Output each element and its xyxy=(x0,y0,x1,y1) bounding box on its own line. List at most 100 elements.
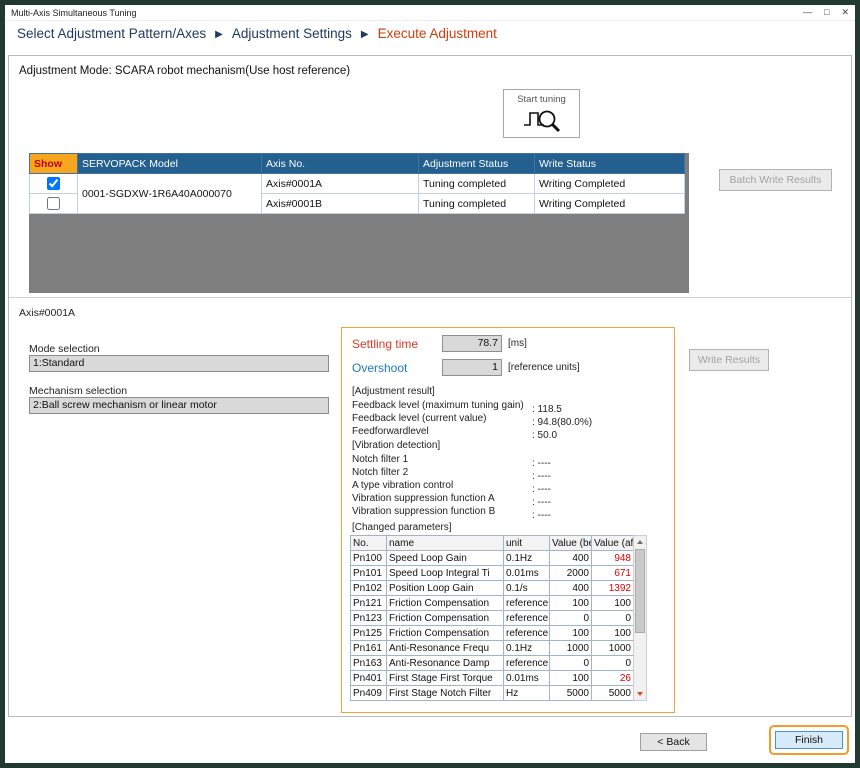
result-line-value: : 50.0 xyxy=(532,430,558,441)
section-divider xyxy=(9,297,851,298)
param-before: 100 xyxy=(549,595,592,611)
param-after: 1000 xyxy=(591,640,634,656)
vibration-line: Vibration suppression function A: ---- xyxy=(352,492,551,508)
show-checkbox-cell xyxy=(29,173,78,194)
breadcrumb-step-select-pattern[interactable]: Select Adjustment Pattern/Axes xyxy=(17,26,206,41)
param-unit: 0.1/s xyxy=(503,580,550,596)
param-name: Speed Loop Gain xyxy=(386,550,504,566)
col-header-servopack-model: SERVOPACK Model xyxy=(77,153,262,174)
param-row[interactable]: Pn161 Anti-Resonance Frequ 0.1Hz 1000 1000 xyxy=(350,640,634,656)
tuning-results-panel: Settling time 78.7 [ms] Overshoot 1 [ref… xyxy=(341,327,675,713)
scrollbar-thumb[interactable] xyxy=(635,549,645,633)
vibration-line-label: Notch filter 1 xyxy=(352,454,409,465)
param-after: 0 xyxy=(591,655,634,671)
param-after: 0 xyxy=(591,610,634,626)
vibration-line: Vibration suppression function B: ---- xyxy=(352,505,551,521)
result-line-label: Feedback level (current value) xyxy=(352,413,487,424)
scroll-down-button[interactable] xyxy=(634,688,646,700)
result-line: Feedforwardlevel: 50.0 xyxy=(352,425,592,441)
param-row[interactable]: Pn101 Speed Loop Integral Ti 0.01ms 2000 671 xyxy=(350,565,634,581)
start-tuning-label: Start tuning xyxy=(517,94,566,105)
overshoot-unit: [reference units] xyxy=(508,362,580,373)
param-col-value-after: Value (afte xyxy=(591,535,634,551)
vibration-line: A type vibration control: ---- xyxy=(352,479,551,495)
changed-parameters-table-wrap: No. name unit Value (befo Value (afte Pn… xyxy=(350,535,647,701)
show-axis-b-checkbox[interactable] xyxy=(47,197,60,210)
param-no: Pn401 xyxy=(350,670,387,686)
col-header-write-status: Write Status xyxy=(534,153,685,174)
param-unit: 0.1Hz xyxy=(503,640,550,656)
col-header-adjustment-status: Adjustment Status xyxy=(418,153,535,174)
param-after: 100 xyxy=(591,625,634,641)
start-tuning-button[interactable]: Start tuning xyxy=(503,89,580,138)
vibration-line: Notch filter 1: ---- xyxy=(352,453,551,469)
settling-time-value: 78.7 xyxy=(442,335,502,352)
param-name: Position Loop Gain xyxy=(386,580,504,596)
maximize-button[interactable]: □ xyxy=(824,7,829,18)
back-button[interactable]: < Back xyxy=(640,733,707,751)
vibration-line-label: A type vibration control xyxy=(352,480,454,491)
mode-selection-label: Mode selection xyxy=(29,343,100,355)
result-line-label: Feedback level (maximum tuning gain) xyxy=(352,400,524,411)
param-no: Pn123 xyxy=(350,610,387,626)
param-name: Anti-Resonance Damp xyxy=(386,655,504,671)
param-before: 400 xyxy=(549,550,592,566)
param-row[interactable]: Pn401 First Stage First Torque 0.01ms 100 26 xyxy=(350,670,634,686)
axes-table-area: Show SERVOPACK Model Axis No. Adjustment… xyxy=(29,153,689,293)
settling-time-row: Settling time 78.7 [ms] xyxy=(352,335,527,352)
param-col-unit: unit xyxy=(503,535,550,551)
param-unit: reference xyxy=(503,655,550,671)
breadcrumb-step-adjustment-settings[interactable]: Adjustment Settings xyxy=(232,26,352,41)
axis-row-a[interactable]: 0001-SGDXW-1R6A40A000070 Axis#0001A Tuni… xyxy=(29,173,685,214)
main-panel: Adjustment Mode: SCARA robot mechanism(U… xyxy=(8,55,852,717)
batch-write-results-button[interactable]: Batch Write Results xyxy=(719,169,832,191)
param-after: 26 xyxy=(591,670,634,686)
minimize-button[interactable]: — xyxy=(803,7,812,18)
mode-selection-field[interactable]: 1:Standard xyxy=(29,355,329,372)
breadcrumb-separator-icon: ▶ xyxy=(215,29,223,40)
param-row[interactable]: Pn409 First Stage Notch Filter Hz 5000 5000 xyxy=(350,685,634,701)
app-window: Multi-Axis Simultaneous Tuning — □ ✕ Sel… xyxy=(5,5,855,763)
param-name: Speed Loop Integral Ti xyxy=(386,565,504,581)
param-row[interactable]: Pn123 Friction Compensation reference 0 0 xyxy=(350,610,634,626)
breadcrumb-separator-icon: ▶ xyxy=(360,29,369,40)
param-row[interactable]: Pn121 Friction Compensation reference 100 10… xyxy=(350,595,634,611)
param-unit: 0.01ms xyxy=(503,670,550,686)
param-no: Pn125 xyxy=(350,625,387,641)
result-line: Feedback level (current value): 94.8(80.… xyxy=(352,412,592,428)
changed-parameters-table: No. name unit Value (befo Value (afte Pn… xyxy=(350,535,634,701)
mechanism-selection-field[interactable]: 2:Ball screw mechanism or linear motor xyxy=(29,397,329,414)
write-results-button[interactable]: Write Results xyxy=(689,349,769,371)
write-status-cell: Writing Completed xyxy=(534,193,685,214)
param-name: First Stage Notch Filter xyxy=(386,685,504,701)
titlebar: Multi-Axis Simultaneous Tuning — □ ✕ xyxy=(5,5,855,21)
axis-detail-title: Axis#0001A xyxy=(19,307,76,319)
window-controls: — □ ✕ xyxy=(803,7,849,18)
param-row[interactable]: Pn100 Speed Loop Gain 0.1Hz 400 948 xyxy=(350,550,634,566)
finish-button[interactable]: Finish xyxy=(775,731,843,749)
servopack-model-cell: 0001-SGDXW-1R6A40A000070 xyxy=(77,173,262,214)
axes-table: Show SERVOPACK Model Axis No. Adjustment… xyxy=(29,153,685,214)
show-axis-a-checkbox[interactable] xyxy=(47,177,60,190)
mechanism-selection-label: Mechanism selection xyxy=(29,385,128,397)
result-line: Feedback level (maximum tuning gain): 11… xyxy=(352,399,592,415)
param-row[interactable]: Pn102 Position Loop Gain 0.1/s 400 1392 xyxy=(350,580,634,596)
overshoot-row: Overshoot 1 [reference units] xyxy=(352,359,580,376)
param-before: 5000 xyxy=(549,685,592,701)
param-col-value-before: Value (befo xyxy=(549,535,592,551)
param-col-name: name xyxy=(386,535,504,551)
scroll-down-arrow-icon xyxy=(637,692,643,696)
col-header-show: Show xyxy=(29,153,78,174)
scroll-up-button[interactable] xyxy=(634,536,646,548)
param-before: 1000 xyxy=(549,640,592,656)
params-scrollbar[interactable] xyxy=(633,535,647,701)
finish-highlight-ring: Finish xyxy=(769,725,849,755)
param-unit: 0.1Hz xyxy=(503,550,550,566)
param-row[interactable]: Pn125 Friction Compensation reference 100 10… xyxy=(350,625,634,641)
close-button[interactable]: ✕ xyxy=(841,7,849,18)
settling-time-label: Settling time xyxy=(352,336,419,351)
param-no: Pn102 xyxy=(350,580,387,596)
param-row[interactable]: Pn163 Anti-Resonance Damp reference 0 0 xyxy=(350,655,634,671)
param-unit: reference xyxy=(503,595,550,611)
settling-time-unit: [ms] xyxy=(508,338,527,349)
